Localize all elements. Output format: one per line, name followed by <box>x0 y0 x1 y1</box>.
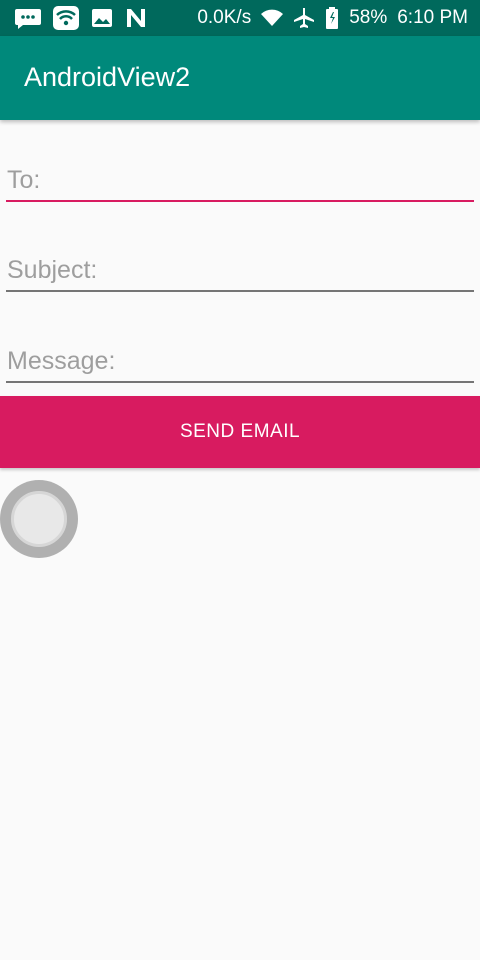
wifi-box-icon <box>52 5 80 31</box>
assistive-touch-inner-circle <box>11 491 67 547</box>
image-icon <box>90 7 114 29</box>
app-bar: AndroidView2 <box>0 36 480 120</box>
to-underline <box>6 200 474 202</box>
assistive-touch-button[interactable] <box>0 480 78 558</box>
to-input[interactable] <box>6 160 474 200</box>
clock: 6:10 PM <box>397 7 468 28</box>
status-bar-notifications <box>14 5 148 31</box>
wifi-icon <box>261 9 284 27</box>
message-field[interactable] <box>6 341 474 383</box>
subject-input[interactable] <box>6 250 474 290</box>
battery-icon <box>325 7 339 29</box>
to-field[interactable] <box>6 160 474 202</box>
message-icon <box>14 6 42 30</box>
n-logo-icon <box>124 7 148 29</box>
message-underline <box>6 381 474 383</box>
status-bar: 0.0K/s 58% 6:10 PM <box>0 0 480 36</box>
battery-percent: 58% <box>349 7 388 28</box>
status-bar-system: 0.0K/s 58% 6:10 PM <box>197 5 468 31</box>
subject-field[interactable] <box>6 250 474 292</box>
network-speed: 0.0K/s <box>197 7 252 28</box>
send-email-button[interactable]: SEND EMAIL <box>0 396 480 468</box>
subject-underline <box>6 290 474 292</box>
app-title: AndroidView2 <box>24 62 191 92</box>
airplane-icon <box>293 7 315 29</box>
message-input[interactable] <box>6 341 474 381</box>
